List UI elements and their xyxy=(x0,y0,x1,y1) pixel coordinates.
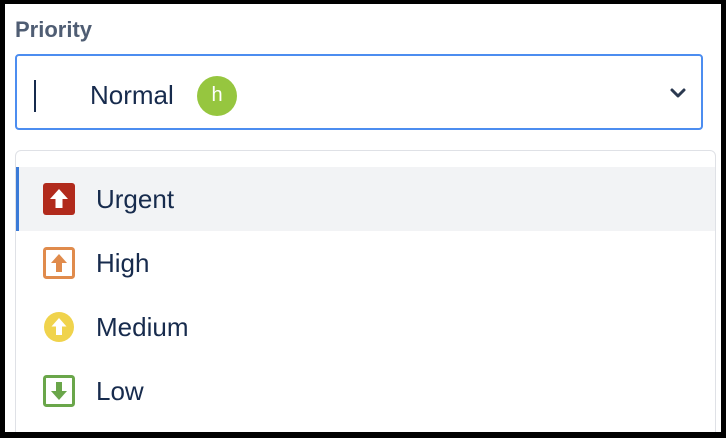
chevron-down-icon[interactable] xyxy=(668,83,688,103)
option-high[interactable]: High xyxy=(16,231,715,295)
text-caret xyxy=(34,80,36,112)
field-label: Priority xyxy=(15,17,93,42)
avatar: h xyxy=(197,76,237,116)
priority-options-menu: Urgent High Medium Low xyxy=(15,150,716,432)
option-urgent[interactable]: Urgent xyxy=(16,167,715,231)
option-label: High xyxy=(96,248,150,278)
option-low[interactable]: Low xyxy=(16,359,715,423)
urgent-icon xyxy=(43,183,75,215)
high-icon xyxy=(43,247,75,279)
priority-picker: Priority Normal h Urgent High Medium Low xyxy=(5,4,721,432)
selected-value: Normal xyxy=(90,80,174,110)
option-label: Medium xyxy=(96,312,189,342)
low-icon xyxy=(43,375,75,407)
priority-select[interactable]: Normal h xyxy=(15,54,703,130)
option-label: Low xyxy=(96,376,144,406)
option-medium[interactable]: Medium xyxy=(16,295,715,359)
medium-icon xyxy=(44,312,74,342)
option-label: Urgent xyxy=(96,184,175,214)
